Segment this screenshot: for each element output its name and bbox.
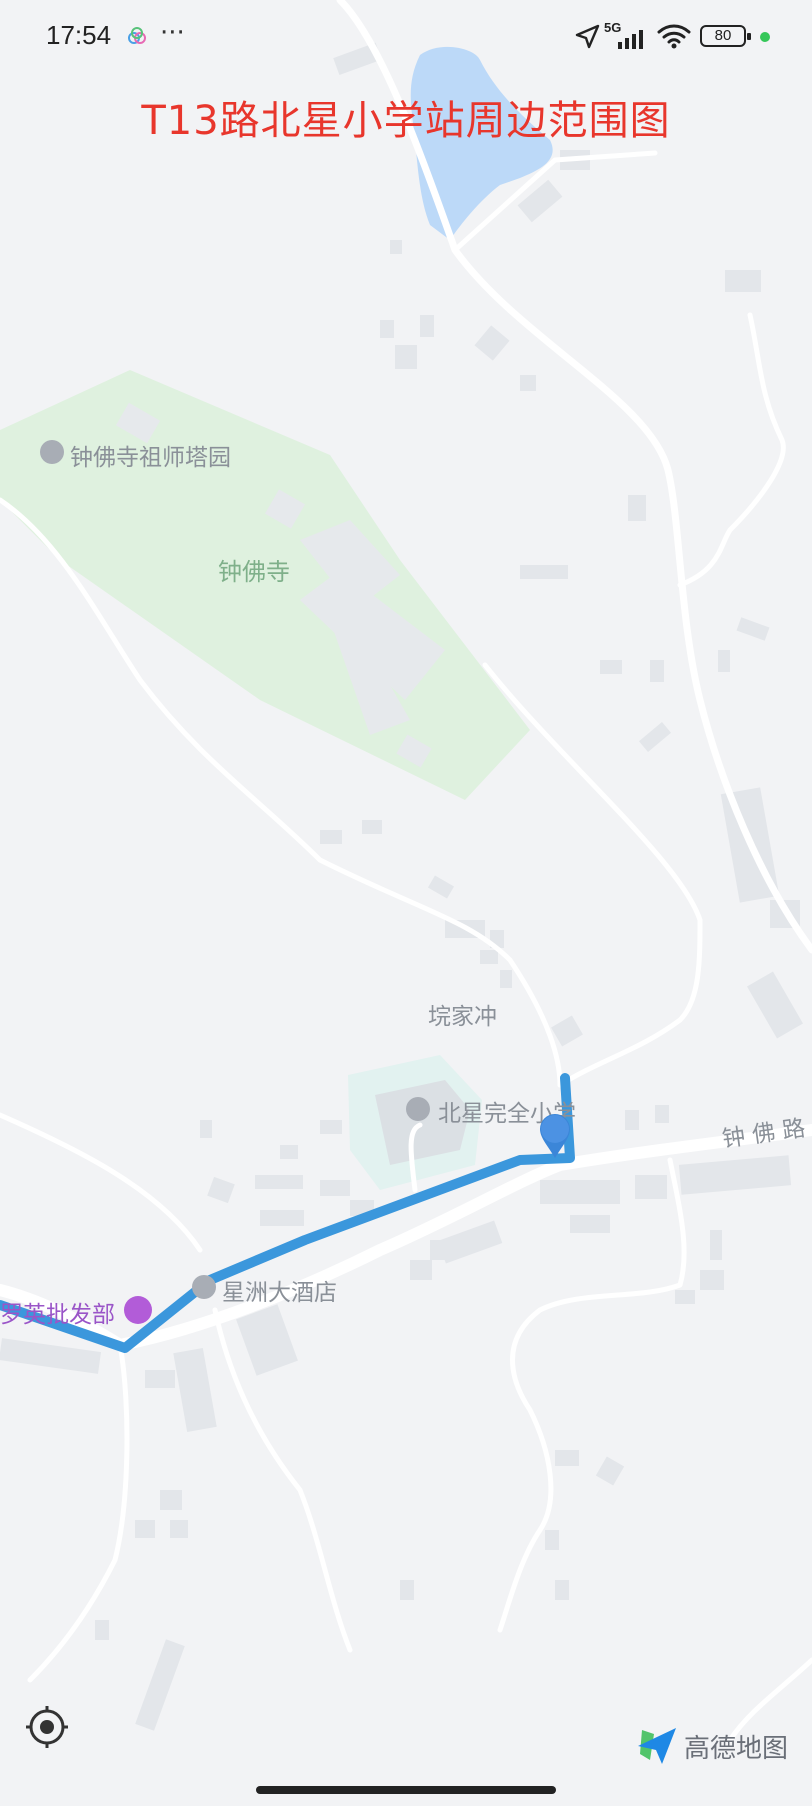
location-arrow-icon [575, 24, 600, 49]
school-icon[interactable] [406, 1097, 430, 1121]
pagoda-icon[interactable] [40, 440, 64, 464]
map-title: T13路北星小学站周边范围图 [141, 98, 671, 144]
app-notification-icon [128, 27, 146, 44]
locate-button[interactable] [24, 1704, 70, 1750]
status-bar: 17:54 ··· 5G 80 [0, 0, 812, 78]
battery-icon: 80 [700, 25, 751, 47]
locate-icon [26, 1706, 68, 1748]
map-canvas[interactable] [0, 0, 812, 1806]
shop-icon[interactable] [124, 1296, 152, 1324]
label-zhongfo-temple[interactable]: 钟佛寺 [218, 552, 290, 587]
home-indicator[interactable] [256, 1786, 556, 1794]
status-indicator-dot [760, 32, 770, 42]
more-notifications-icon: ··· [160, 18, 185, 48]
bus-stop-marker-icon[interactable] [538, 1112, 572, 1160]
label-zhongfo-pagoda[interactable]: 钟佛寺祖师塔园 [70, 438, 231, 472]
label-xingzhou-hotel[interactable]: 星洲大酒店 [222, 1273, 337, 1307]
wifi-icon [657, 24, 691, 49]
status-time: 17:54 [46, 20, 112, 50]
hotel-icon[interactable] [192, 1275, 216, 1299]
battery-level: 80 [714, 27, 732, 44]
signal-icon [618, 30, 643, 49]
amap-logo-text: 高德地图 [684, 1734, 789, 1764]
label-luoying-store[interactable]: 罗英批发部 [0, 1295, 115, 1329]
amap-logo-icon [638, 1728, 676, 1764]
label-kengjiachong[interactable]: 垸家冲 [428, 997, 497, 1031]
amap-logo: 高德地图 [636, 1720, 796, 1772]
